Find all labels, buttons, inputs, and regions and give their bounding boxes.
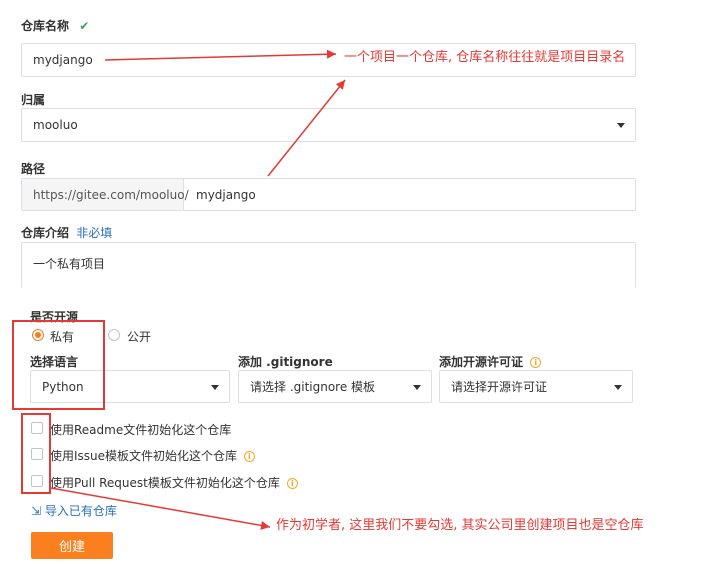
- annotation-arrows: [50, 49, 346, 530]
- arrow-to-bottom-note: [50, 487, 271, 530]
- arrow-to-top-note: [104, 49, 337, 61]
- arrow-from-path: [267, 79, 346, 177]
- top-annotation: 一个项目一个仓库, 仓库名称往往就是项目目录名: [344, 50, 626, 65]
- bottom-annotation: 作为初学者, 这里我们不要勾选, 其实公司里创建项目也是空仓库: [276, 518, 644, 533]
